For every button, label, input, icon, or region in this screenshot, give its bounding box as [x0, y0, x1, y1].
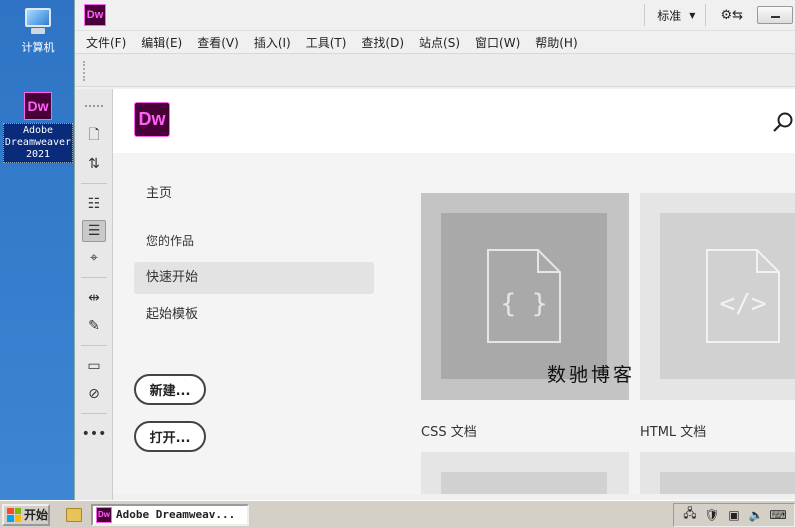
nav-home[interactable]: 主页: [134, 178, 374, 210]
computer-icon: [21, 6, 55, 36]
nav-starter-templates[interactable]: 起始模板: [134, 299, 374, 331]
gear-icon: ⚙⇆: [720, 7, 743, 23]
html-file-icon: </>: [706, 249, 780, 343]
template-card[interactable]: [640, 452, 795, 494]
file-transfer-icon[interactable]: ⇅: [82, 153, 106, 175]
task-label: Adobe Dreamweav...: [116, 508, 236, 521]
language-icon[interactable]: ⌨: [769, 507, 786, 523]
system-tray: 🖧 🛡 ▣ 🔈 ⌨: [673, 502, 795, 527]
target-icon[interactable]: ⌖: [82, 247, 106, 269]
css-file-icon: { }: [487, 249, 561, 343]
watermark-text: 数驰博客: [547, 364, 636, 386]
folder-icon[interactable]: [66, 507, 82, 522]
menu-window[interactable]: 窗口(W): [475, 34, 520, 51]
workspace-switcher[interactable]: 标准 ▼: [644, 4, 705, 26]
card-thumbnail: { }: [441, 213, 607, 379]
menu-tools[interactable]: 工具(T): [306, 34, 347, 51]
menu-edit[interactable]: 编辑(E): [141, 34, 182, 51]
app-logo: Dw: [84, 4, 106, 26]
nav-quick-start[interactable]: 快速开始: [134, 262, 374, 294]
menu-help[interactable]: 帮助(H): [535, 34, 577, 51]
minimize-icon: [770, 16, 780, 18]
html-document-card[interactable]: </>: [640, 193, 795, 400]
nav-your-work[interactable]: 您的作品: [134, 225, 374, 257]
taskbar: 开始 Dw Adobe Dreamweav... 🖧 🛡 ▣ 🔈 ⌨: [0, 500, 795, 528]
template-card[interactable]: [421, 452, 629, 494]
network-icon[interactable]: 🖧: [682, 506, 698, 523]
html-card-label[interactable]: HTML 文档: [640, 421, 706, 440]
desktop: 计算机 Dw Adobe Dreamweaver 2021: [0, 0, 74, 500]
rail-grip[interactable]: [85, 105, 103, 107]
desktop-icon-computer[interactable]: 计算机: [3, 6, 73, 55]
comment-icon[interactable]: ▭: [82, 355, 106, 377]
card-thumbnail: [660, 472, 795, 494]
toolbar-grip[interactable]: [83, 61, 85, 81]
code-properties-icon[interactable]: ☷: [82, 193, 106, 215]
workspace-label: 标准: [657, 8, 682, 23]
start-label: 开始: [24, 508, 49, 522]
menu-insert[interactable]: 插入(I): [254, 34, 291, 51]
menu-site[interactable]: 站点(S): [419, 34, 460, 51]
open-button[interactable]: 打开...: [134, 421, 206, 452]
menu-find[interactable]: 查找(D): [361, 34, 404, 51]
css-card-label[interactable]: CSS 文档: [421, 421, 477, 440]
expand-icon[interactable]: ⇹: [82, 287, 106, 309]
desktop-icon-dreamweaver[interactable]: Dw Adobe Dreamweaver 2021: [3, 92, 73, 163]
volume-icon[interactable]: 🔈: [748, 507, 764, 523]
menu-file[interactable]: 文件(F): [86, 34, 126, 51]
start-body: 主页 您的作品 快速开始 起始模板 新建... 打开... { } </> 数驰…: [113, 153, 795, 494]
label-line: Dreamweaver: [4, 137, 72, 148]
new-button[interactable]: 新建...: [134, 374, 206, 405]
card-thumbnail: [441, 472, 607, 494]
title-bar: Dw 标准 ▼ ⚙⇆: [75, 0, 795, 31]
start-logo: Dw: [134, 102, 170, 137]
label-line: 2021: [25, 149, 51, 160]
start-header: Dw: [113, 89, 795, 153]
windows-flag-icon: [7, 507, 21, 522]
common-toolbar: 🗋 ⇅ ☷ ☰ ⌖ ⇹ ✎ ▭ ⊘ •••: [75, 89, 113, 500]
minimize-button[interactable]: [757, 6, 793, 24]
comment-delete-icon[interactable]: ⊘: [82, 383, 106, 405]
chevron-down-icon: ▼: [689, 10, 696, 20]
align-icon[interactable]: ☰: [82, 220, 106, 242]
start-screen: Dw 主页 您的作品 快速开始 起始模板 新建... 打开... {} </>…: [113, 89, 795, 494]
sync-settings-button[interactable]: ⚙⇆: [705, 4, 757, 26]
snippet-icon[interactable]: ✎: [82, 315, 106, 337]
menu-view[interactable]: 查看(V): [197, 34, 239, 51]
security-icon[interactable]: 🛡: [704, 507, 720, 523]
label-line: Adobe: [22, 125, 54, 136]
card-glyph: </>: [720, 289, 767, 319]
document-toolbar: [75, 53, 795, 87]
card-thumbnail: </>: [660, 213, 795, 379]
search-icon[interactable]: [772, 111, 794, 133]
desktop-icon-label: Adobe Dreamweaver 2021: [3, 123, 73, 163]
start-button[interactable]: 开始: [2, 503, 50, 526]
dreamweaver-window: Dw 标准 ▼ ⚙⇆ 文件(F) 编辑(E) 查看(V) 插入(I) 工具(T)…: [74, 0, 795, 500]
device-icon[interactable]: ▣: [726, 507, 742, 523]
card-glyph: { }: [501, 289, 548, 319]
taskbar-dreamweaver[interactable]: Dw Adobe Dreamweav...: [91, 503, 249, 526]
dreamweaver-icon: Dw: [96, 506, 112, 523]
desktop-icon-label: 计算机: [21, 41, 55, 54]
more-icon[interactable]: •••: [82, 423, 107, 445]
new-document-icon[interactable]: 🗋: [82, 125, 106, 147]
dreamweaver-icon: Dw: [24, 92, 52, 120]
menu-bar: 文件(F) 编辑(E) 查看(V) 插入(I) 工具(T) 查找(D) 站点(S…: [75, 31, 795, 53]
